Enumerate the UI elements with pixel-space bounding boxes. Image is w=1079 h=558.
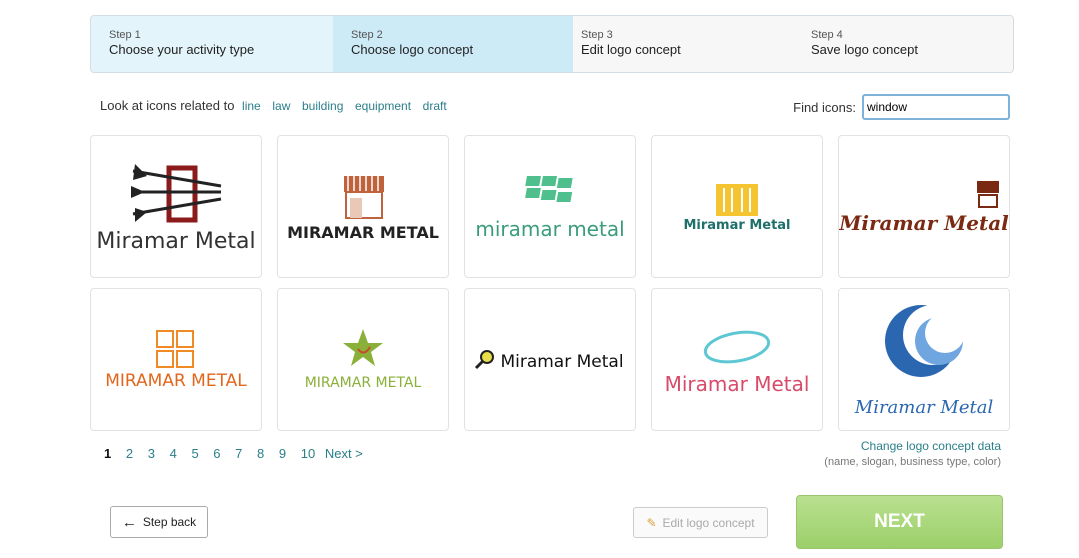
logo-card-10[interactable]: Miramar Metal — [838, 288, 1010, 431]
logo-7-art: MIRAMAR METAL — [305, 329, 422, 391]
edit-logo-button[interactable]: ✎ Edit logo concept — [633, 507, 768, 538]
change-logo-data-hint: (name, slogan, business type, color) — [824, 456, 1001, 468]
step-3: Step 3 Edit logo concept — [563, 16, 793, 72]
change-logo-data-link[interactable]: Change logo concept data — [861, 439, 1001, 453]
logo-card-8[interactable]: Miramar Metal — [464, 288, 636, 431]
arrow-left-icon: ← — [121, 513, 137, 531]
step-2: Step 2 Choose logo concept — [333, 16, 573, 72]
step-4-number: Step 4 — [811, 29, 843, 41]
step-4: Step 4 Save logo concept — [793, 16, 1013, 72]
next-label: NEXT — [874, 511, 925, 532]
logo-5-text: Miramar Metal — [839, 211, 1009, 235]
page-2[interactable]: 2 — [126, 446, 133, 461]
logo-1-text: Miramar Metal — [96, 229, 255, 254]
logo-card-6[interactable]: MIRAMAR METAL — [90, 288, 262, 431]
logo-card-7[interactable]: MIRAMAR METAL — [277, 288, 449, 431]
logo-4-text: Miramar Metal — [683, 218, 790, 233]
logo-2-text: MIRAMAR METAL — [287, 223, 439, 242]
magnifier-icon — [474, 350, 494, 370]
crescent-circles-icon — [885, 305, 965, 377]
logo-5-art: Miramar Metal — [839, 181, 1009, 235]
find-icons-input[interactable] — [862, 94, 1010, 120]
wizard-stepper: Step 1 Choose your activity type Step 2 … — [90, 15, 1014, 73]
logo-3-text: miramar metal — [475, 217, 624, 241]
step-2-number: Step 2 — [351, 29, 383, 41]
logo-2-art: MIRAMAR METAL — [287, 176, 439, 242]
step-1: Step 1 Choose your activity type — [91, 16, 341, 72]
logo-6-text: MIRAMAR METAL — [105, 371, 247, 391]
logo-6-art: MIRAMAR METAL — [105, 330, 247, 391]
logo-card-2[interactable]: MIRAMAR METAL — [277, 135, 449, 278]
page-9[interactable]: 9 — [279, 446, 286, 461]
step-2-arrow — [551, 16, 563, 72]
solar-panel-icon — [525, 176, 573, 202]
tag-equipment[interactable]: equipment — [355, 99, 411, 113]
page-10[interactable]: 10 — [301, 446, 315, 461]
find-icons-label: Find icons: — [793, 99, 856, 115]
page-5[interactable]: 5 — [191, 446, 198, 461]
related-prefix: Look at icons related to — [100, 98, 235, 113]
step-1-label: Choose your activity type — [109, 42, 255, 57]
find-icons: Find icons: — [793, 94, 1010, 120]
tag-line[interactable]: line — [242, 99, 261, 113]
logo-4-art: Miramar Metal — [683, 184, 791, 233]
window-grid-icon — [156, 330, 194, 368]
logo-card-9[interactable]: Miramar Metal — [651, 288, 823, 431]
tag-draft[interactable]: draft — [423, 99, 447, 113]
shop-awning-icon — [344, 176, 384, 219]
logo-card-4[interactable]: Miramar Metal — [651, 135, 823, 278]
logo-7-text: MIRAMAR METAL — [305, 375, 422, 391]
logo-3-art: miramar metal — [475, 176, 625, 241]
step-1-number: Step 1 — [109, 29, 141, 41]
next-button[interactable]: NEXT — [796, 495, 1003, 549]
step-1-arrow — [321, 16, 333, 72]
step-back-label: Step back — [142, 515, 197, 529]
page-6[interactable]: 6 — [213, 446, 220, 461]
page-8[interactable]: 8 — [257, 446, 264, 461]
tag-building[interactable]: building — [302, 99, 343, 113]
logo-9-text: Miramar Metal — [665, 372, 810, 396]
swoosh-icon — [703, 330, 771, 364]
pencil-icon: ✎ — [646, 515, 657, 530]
logo-card-3[interactable]: miramar metal — [464, 135, 636, 278]
logo-10-art: Miramar Metal — [854, 305, 994, 418]
step-3-number: Step 3 — [581, 29, 613, 41]
next-page-link[interactable]: Next > — [325, 446, 363, 461]
page-3[interactable]: 3 — [148, 446, 155, 461]
step-back-button[interactable]: ← Step back — [110, 506, 208, 538]
logo-8-text: Miramar Metal — [500, 352, 623, 372]
window-arrows-icon — [131, 164, 222, 223]
building-icon — [716, 184, 758, 216]
logo-card-1[interactable]: Miramar Metal — [90, 135, 262, 278]
page-7[interactable]: 7 — [235, 446, 242, 461]
step-2-label: Choose logo concept — [351, 42, 474, 57]
pagination: 1 2 3 4 5 6 7 8 9 10 Next > — [104, 446, 374, 461]
related-icons-row: Look at icons related to line law buildi… — [100, 98, 447, 113]
logo-1-art: Miramar Metal — [96, 164, 256, 254]
store-icon — [977, 181, 999, 208]
step-4-label: Save logo concept — [811, 42, 918, 57]
edit-logo-label: Edit logo concept — [662, 515, 755, 530]
logo-card-5[interactable]: Miramar Metal — [838, 135, 1010, 278]
star-badge-icon — [343, 329, 383, 366]
step-3-label: Edit logo concept — [581, 42, 681, 57]
logo-8-art: Miramar Metal — [474, 350, 624, 372]
logo-9-art: Miramar Metal — [665, 330, 810, 396]
tag-law[interactable]: law — [272, 99, 290, 113]
page-1[interactable]: 1 — [104, 446, 111, 461]
page-4[interactable]: 4 — [170, 446, 177, 461]
logo-10-text: Miramar Metal — [854, 397, 994, 418]
